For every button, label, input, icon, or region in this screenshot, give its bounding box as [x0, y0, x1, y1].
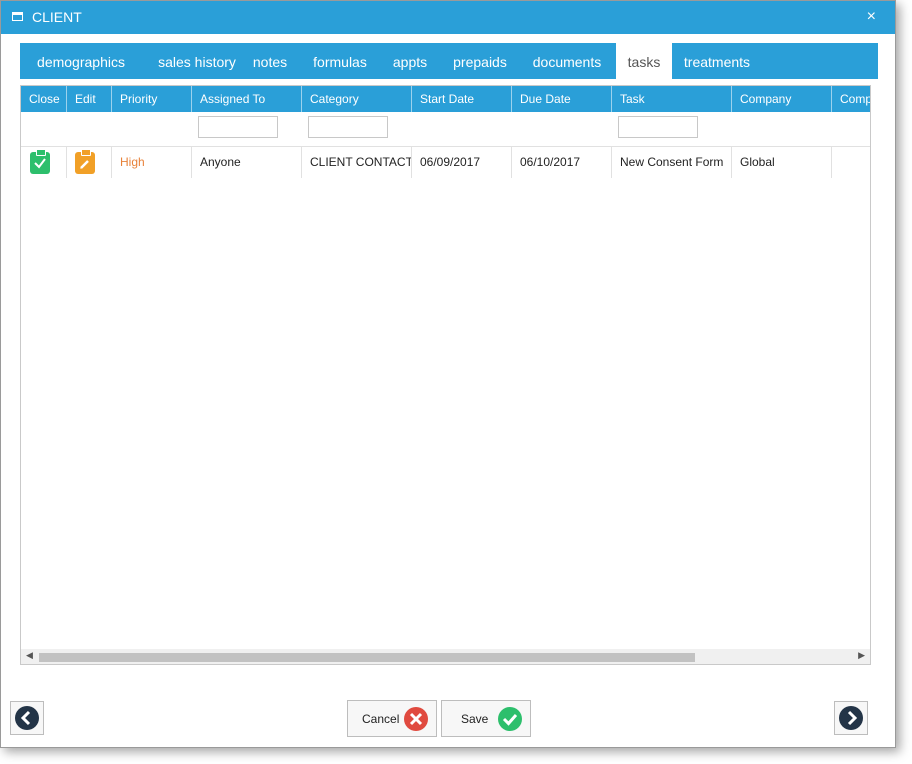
tab-appts[interactable]: appts: [384, 43, 436, 79]
column-header-comp[interactable]: Comp: [832, 86, 870, 112]
tab-formulas[interactable]: formulas: [304, 43, 376, 79]
save-button[interactable]: Save: [441, 700, 531, 737]
horizontal-scrollbar[interactable]: ◀ ▶: [21, 649, 870, 664]
priority-cell: High: [112, 146, 192, 178]
column-header-category[interactable]: Category: [302, 86, 412, 112]
title-bar: CLIENT ×: [1, 1, 895, 34]
edit-task-icon[interactable]: [75, 149, 95, 174]
tab-bar: demographics sales history notes formula…: [20, 43, 878, 79]
tab-tasks[interactable]: tasks: [616, 43, 672, 79]
chevron-left-icon: [15, 706, 39, 730]
tab-prepaids[interactable]: prepaids: [445, 43, 515, 79]
close-task-icon[interactable]: [30, 149, 50, 174]
cancel-x-icon: [404, 707, 428, 731]
previous-button[interactable]: [10, 701, 44, 735]
column-header-assigned-to[interactable]: Assigned To: [192, 86, 302, 112]
tab-demographics[interactable]: demographics: [25, 43, 137, 79]
column-header-due-date[interactable]: Due Date: [512, 86, 612, 112]
filter-row: [21, 112, 870, 147]
column-header-priority[interactable]: Priority: [112, 86, 192, 112]
task-cell: New Consent Form: [612, 146, 732, 178]
save-check-icon: [498, 707, 522, 731]
tasks-grid: Close Edit Priority Assigned To Category…: [20, 85, 871, 665]
column-header-start-date[interactable]: Start Date: [412, 86, 512, 112]
close-window-button[interactable]: ×: [867, 8, 876, 26]
client-window: CLIENT × demographics sales history note…: [0, 0, 896, 748]
cancel-button[interactable]: Cancel: [347, 700, 437, 737]
category-cell: CLIENT CONTACT: [302, 146, 412, 178]
category-filter-input[interactable]: [308, 116, 388, 138]
column-header-task[interactable]: Task: [612, 86, 732, 112]
assigned-to-filter-input[interactable]: [198, 116, 278, 138]
column-header-edit[interactable]: Edit: [67, 86, 112, 112]
window-icon: [12, 12, 23, 21]
tab-notes[interactable]: notes: [245, 43, 295, 79]
scroll-left-arrow-icon[interactable]: ◀: [26, 650, 33, 661]
save-label: Save: [461, 712, 489, 726]
next-button[interactable]: [834, 701, 868, 735]
due-date-cell: 06/10/2017: [512, 146, 612, 178]
comp-cell: [832, 146, 870, 178]
tab-sales-history[interactable]: sales history: [141, 43, 253, 79]
cancel-label: Cancel: [362, 712, 400, 726]
column-header-company[interactable]: Company: [732, 86, 832, 112]
window-title: CLIENT: [32, 9, 82, 25]
chevron-right-icon: [839, 706, 863, 730]
table-row: High Anyone CLIENT CONTACT 06/09/2017 06…: [21, 146, 870, 178]
start-date-cell: 06/09/2017: [412, 146, 512, 178]
tab-treatments[interactable]: treatments: [677, 43, 757, 79]
assigned-to-cell: Anyone: [192, 146, 302, 178]
task-filter-input[interactable]: [618, 116, 698, 138]
tab-documents[interactable]: documents: [524, 43, 610, 79]
company-cell: Global: [732, 146, 832, 178]
close-cell: [21, 146, 67, 178]
column-header-close[interactable]: Close: [21, 86, 67, 112]
scroll-right-arrow-icon[interactable]: ▶: [858, 650, 865, 661]
scrollbar-thumb[interactable]: [39, 653, 695, 662]
edit-cell: [67, 146, 112, 178]
grid-header: Close Edit Priority Assigned To Category…: [21, 86, 870, 112]
